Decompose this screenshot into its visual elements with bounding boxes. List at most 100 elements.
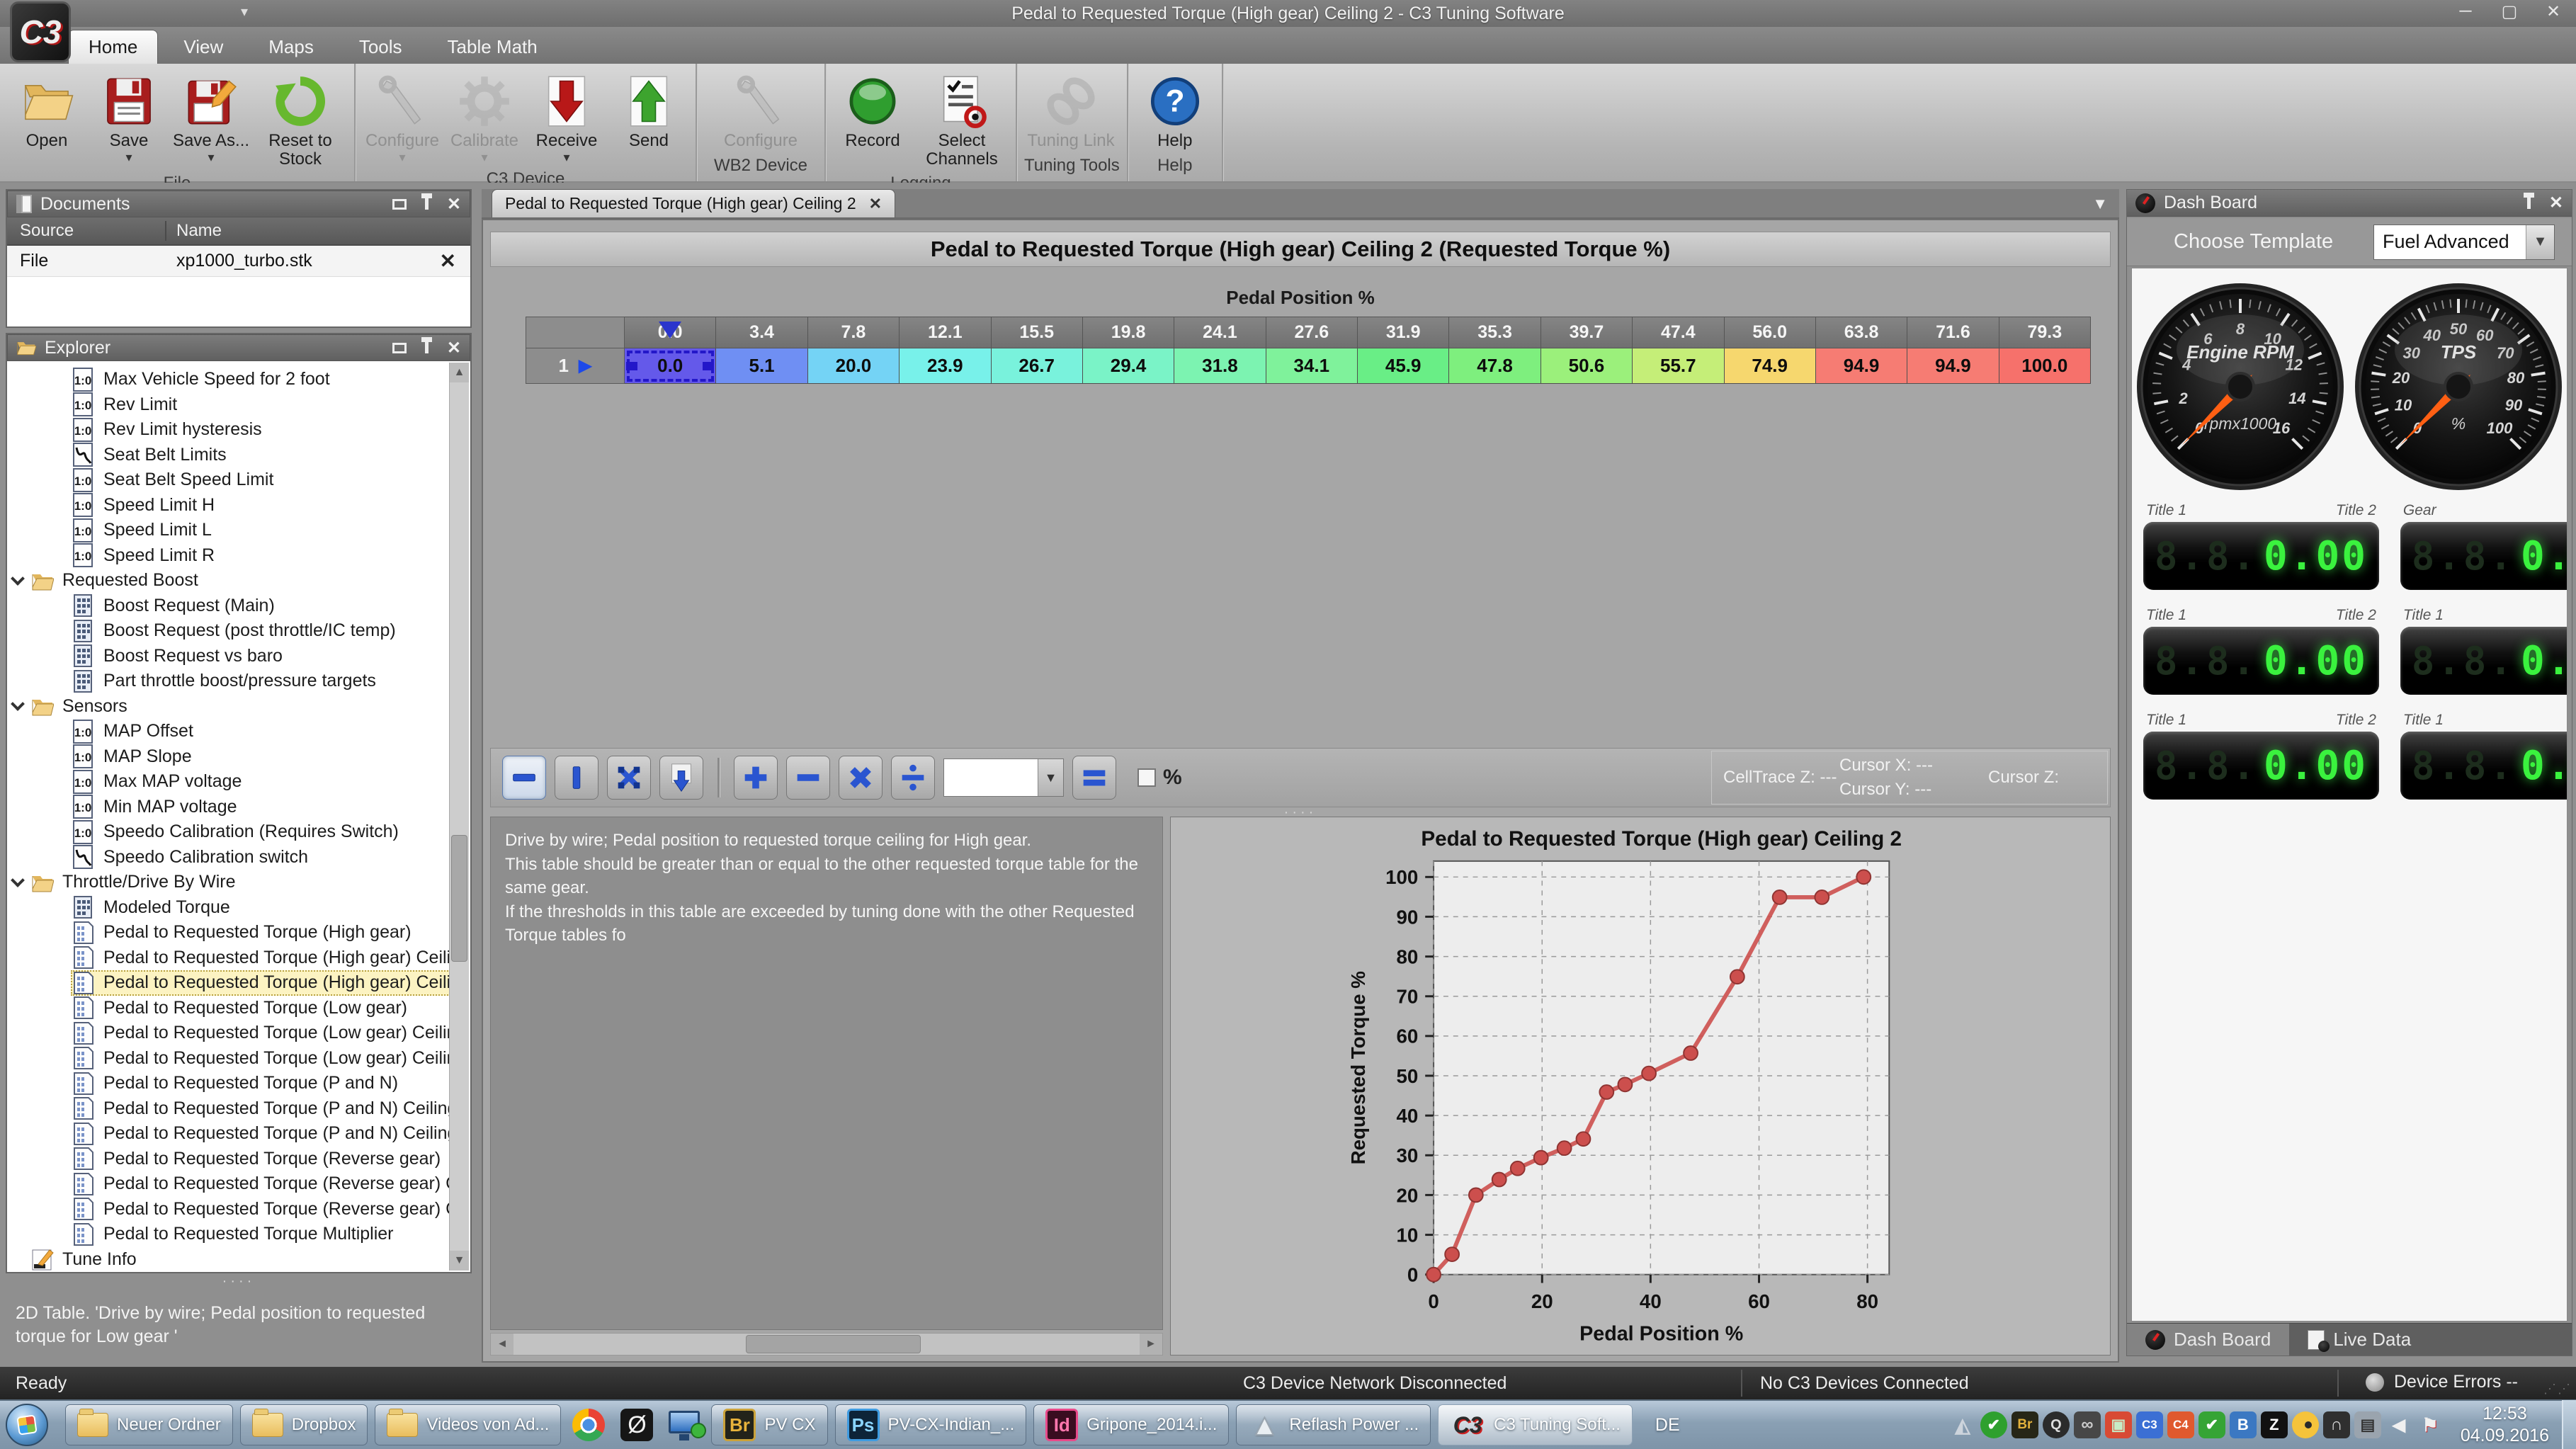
- tray-icon[interactable]: [2105, 1411, 2132, 1438]
- tree-item[interactable]: 1:0 Pedal to Requested Torque (P and N): [8, 1071, 449, 1096]
- tray-icon[interactable]: [2043, 1411, 2070, 1438]
- tree-item[interactable]: 1:0 Pedal to Requested Torque (Reverse g…: [8, 1171, 449, 1197]
- tree-item[interactable]: 1:0 Min MAP voltage: [8, 795, 449, 820]
- tree-item[interactable]: 1:0 Throttle/Drive By Wire: [8, 870, 449, 895]
- close-panel-icon[interactable]: ✕: [447, 338, 461, 358]
- column-header-cell[interactable]: 47.4: [1633, 317, 1724, 348]
- tree-item[interactable]: 1:0 Max Vehicle Speed for 2 foot: [8, 367, 449, 392]
- horizontal-bar-button[interactable]: [502, 756, 546, 800]
- tree-item[interactable]: 1:0 Pedal to Requested Torque (High gear…: [8, 970, 449, 996]
- taskbar-app-button[interactable]: Dropbox: [240, 1404, 368, 1445]
- column-header-cell[interactable]: 12.1: [900, 317, 991, 348]
- tree-item[interactable]: 1:0 Requested Boost: [8, 568, 449, 593]
- cross-corners-button[interactable]: [607, 756, 651, 800]
- tree-item[interactable]: 1:0 Sensors: [8, 694, 449, 720]
- tree-item[interactable]: 1:0 Pedal to Requested Torque (Low gear)…: [8, 1021, 449, 1046]
- pin-panel-icon[interactable]: [2527, 198, 2531, 209]
- table-value-cell[interactable]: 5.1: [716, 348, 807, 384]
- close-document-icon[interactable]: ✕: [440, 249, 456, 273]
- subtract-button[interactable]: [786, 756, 830, 800]
- column-header-cell[interactable]: 35.3: [1449, 317, 1541, 348]
- column-header-cell[interactable]: 56.0: [1725, 317, 1816, 348]
- table-value-cell[interactable]: 29.4: [1083, 348, 1174, 384]
- expand-arrow-icon[interactable]: [11, 572, 25, 586]
- tree-item[interactable]: 1:0 Max MAP voltage: [8, 769, 449, 795]
- tray-icon[interactable]: [2136, 1411, 2163, 1438]
- float-panel-icon[interactable]: [392, 199, 407, 210]
- table-value-cell[interactable]: 20.0: [808, 348, 900, 384]
- calibrate-button[interactable]: Calibrate ▾: [445, 68, 524, 165]
- table-value-cell[interactable]: 55.7: [1633, 348, 1724, 384]
- tray-icon[interactable]: [2074, 1411, 2101, 1438]
- tab-dash-board[interactable]: Dash Board: [2127, 1324, 2289, 1356]
- tray-icon[interactable]: [2230, 1411, 2257, 1438]
- table-value-cell[interactable]: 0.0: [625, 348, 716, 384]
- table-value-cell[interactable]: 94.9: [1907, 348, 1999, 384]
- tray-icon[interactable]: [2385, 1411, 2412, 1438]
- arrow-down-page-button[interactable]: [659, 756, 703, 800]
- tree-item[interactable]: 1:0 Seat Belt Limits: [8, 443, 449, 468]
- taskbar-app-button[interactable]: C3 Tuning Soft...: [1438, 1404, 1633, 1445]
- taskbar-app-button[interactable]: Gripone_2014.i...: [1033, 1404, 1229, 1445]
- horizontal-splitter[interactable]: ····: [483, 809, 2118, 815]
- resize-grip[interactable]: ⋰⋰: [2543, 1382, 2572, 1397]
- table-value-cell[interactable]: 26.7: [992, 348, 1083, 384]
- help-button[interactable]: ? Help: [1135, 68, 1215, 152]
- tray-icon[interactable]: [2323, 1411, 2350, 1438]
- tray-icon[interactable]: [2167, 1411, 2194, 1438]
- configure-wb2-button[interactable]: Configure: [721, 68, 800, 152]
- table-value-cell[interactable]: 45.9: [1358, 348, 1449, 384]
- tray-icon[interactable]: [2354, 1411, 2381, 1438]
- tray-icon[interactable]: [2198, 1411, 2225, 1438]
- float-panel-icon[interactable]: [392, 343, 407, 353]
- column-header-cell[interactable]: 79.3: [1999, 317, 2091, 348]
- tree-item[interactable]: 1:0 Boost Request (Main): [8, 593, 449, 619]
- pin-panel-icon[interactable]: [425, 342, 429, 353]
- taskbar-clock[interactable]: 12:53 04.09.2016: [2461, 1403, 2549, 1448]
- taskbar-app-button[interactable]: PV CX: [711, 1404, 827, 1445]
- scrollbar-thumb[interactable]: [746, 1335, 920, 1353]
- tuning-link-button[interactable]: Tuning Link: [1024, 68, 1118, 152]
- table-value-cell[interactable]: 74.9: [1725, 348, 1816, 384]
- tree-item[interactable]: 1:0 Rev Limit: [8, 392, 449, 418]
- tree-item[interactable]: 1:0 Boost Request vs baro: [8, 644, 449, 669]
- save-as-button[interactable]: Save As... ▾: [171, 68, 251, 169]
- add-button[interactable]: [734, 756, 778, 800]
- column-header-cell[interactable]: 31.9: [1358, 317, 1449, 348]
- close-panel-icon[interactable]: ✕: [447, 194, 461, 215]
- table-value-cell[interactable]: 31.8: [1174, 348, 1266, 384]
- language-indicator[interactable]: DE: [1647, 1408, 1689, 1443]
- expand-arrow-icon[interactable]: [11, 873, 25, 887]
- tree-item[interactable]: 1:0 Pedal to Requested Torque (High gear…: [8, 945, 449, 971]
- tray-icon[interactable]: [1980, 1411, 2007, 1438]
- tab-list-chevron-icon[interactable]: ▼: [2092, 195, 2108, 217]
- column-header-cell[interactable]: 71.6: [1907, 317, 1999, 348]
- record-button[interactable]: Record: [833, 68, 912, 169]
- close-button[interactable]: ✕: [2541, 1, 2566, 22]
- taskbar-app-button[interactable]: Videos von Ad...: [375, 1404, 561, 1445]
- tree-item[interactable]: 1:0 Speedo Calibration switch: [8, 845, 449, 870]
- tree-item[interactable]: 1:0 Speed Limit H: [8, 493, 449, 518]
- tray-icon[interactable]: [2292, 1411, 2319, 1438]
- close-tab-icon[interactable]: ✕: [869, 195, 882, 213]
- column-header-cell[interactable]: 15.5: [992, 317, 1083, 348]
- document-tab[interactable]: Pedal to Requested Torque (High gear) Ce…: [492, 189, 895, 217]
- reset-to-stock-button[interactable]: Reset to Stock: [254, 68, 347, 169]
- tree-item[interactable]: 1:0 Pedal to Requested Torque (Reverse g…: [8, 1147, 449, 1172]
- tree-item[interactable]: 1:0 Pedal to Requested Torque (Reverse g…: [8, 1197, 449, 1222]
- tray-icon[interactable]: [2417, 1411, 2444, 1438]
- tree-item[interactable]: 1:0 Rev Limit hysteresis: [8, 417, 449, 443]
- menu-tab-home[interactable]: Home: [68, 30, 158, 64]
- scroll-down-icon[interactable]: ▼: [450, 1251, 469, 1271]
- table-value-cell[interactable]: 47.8: [1449, 348, 1541, 384]
- taskbar-app-button[interactable]: Neuer Ordner: [65, 1404, 233, 1445]
- receive-button[interactable]: Receive ▾: [527, 68, 606, 165]
- scrollbar-thumb[interactable]: [451, 835, 467, 962]
- vertical-bar-button[interactable]: [555, 756, 598, 800]
- select-dropdown-icon[interactable]: ▼: [2526, 225, 2554, 259]
- send-button[interactable]: Send: [609, 68, 688, 165]
- tree-item[interactable]: 1:0 Pedal to Requested Torque (P and N) …: [8, 1121, 449, 1147]
- divide-button[interactable]: [891, 756, 935, 800]
- expand-arrow-icon[interactable]: [11, 697, 25, 711]
- save-button[interactable]: Save ▾: [89, 68, 169, 169]
